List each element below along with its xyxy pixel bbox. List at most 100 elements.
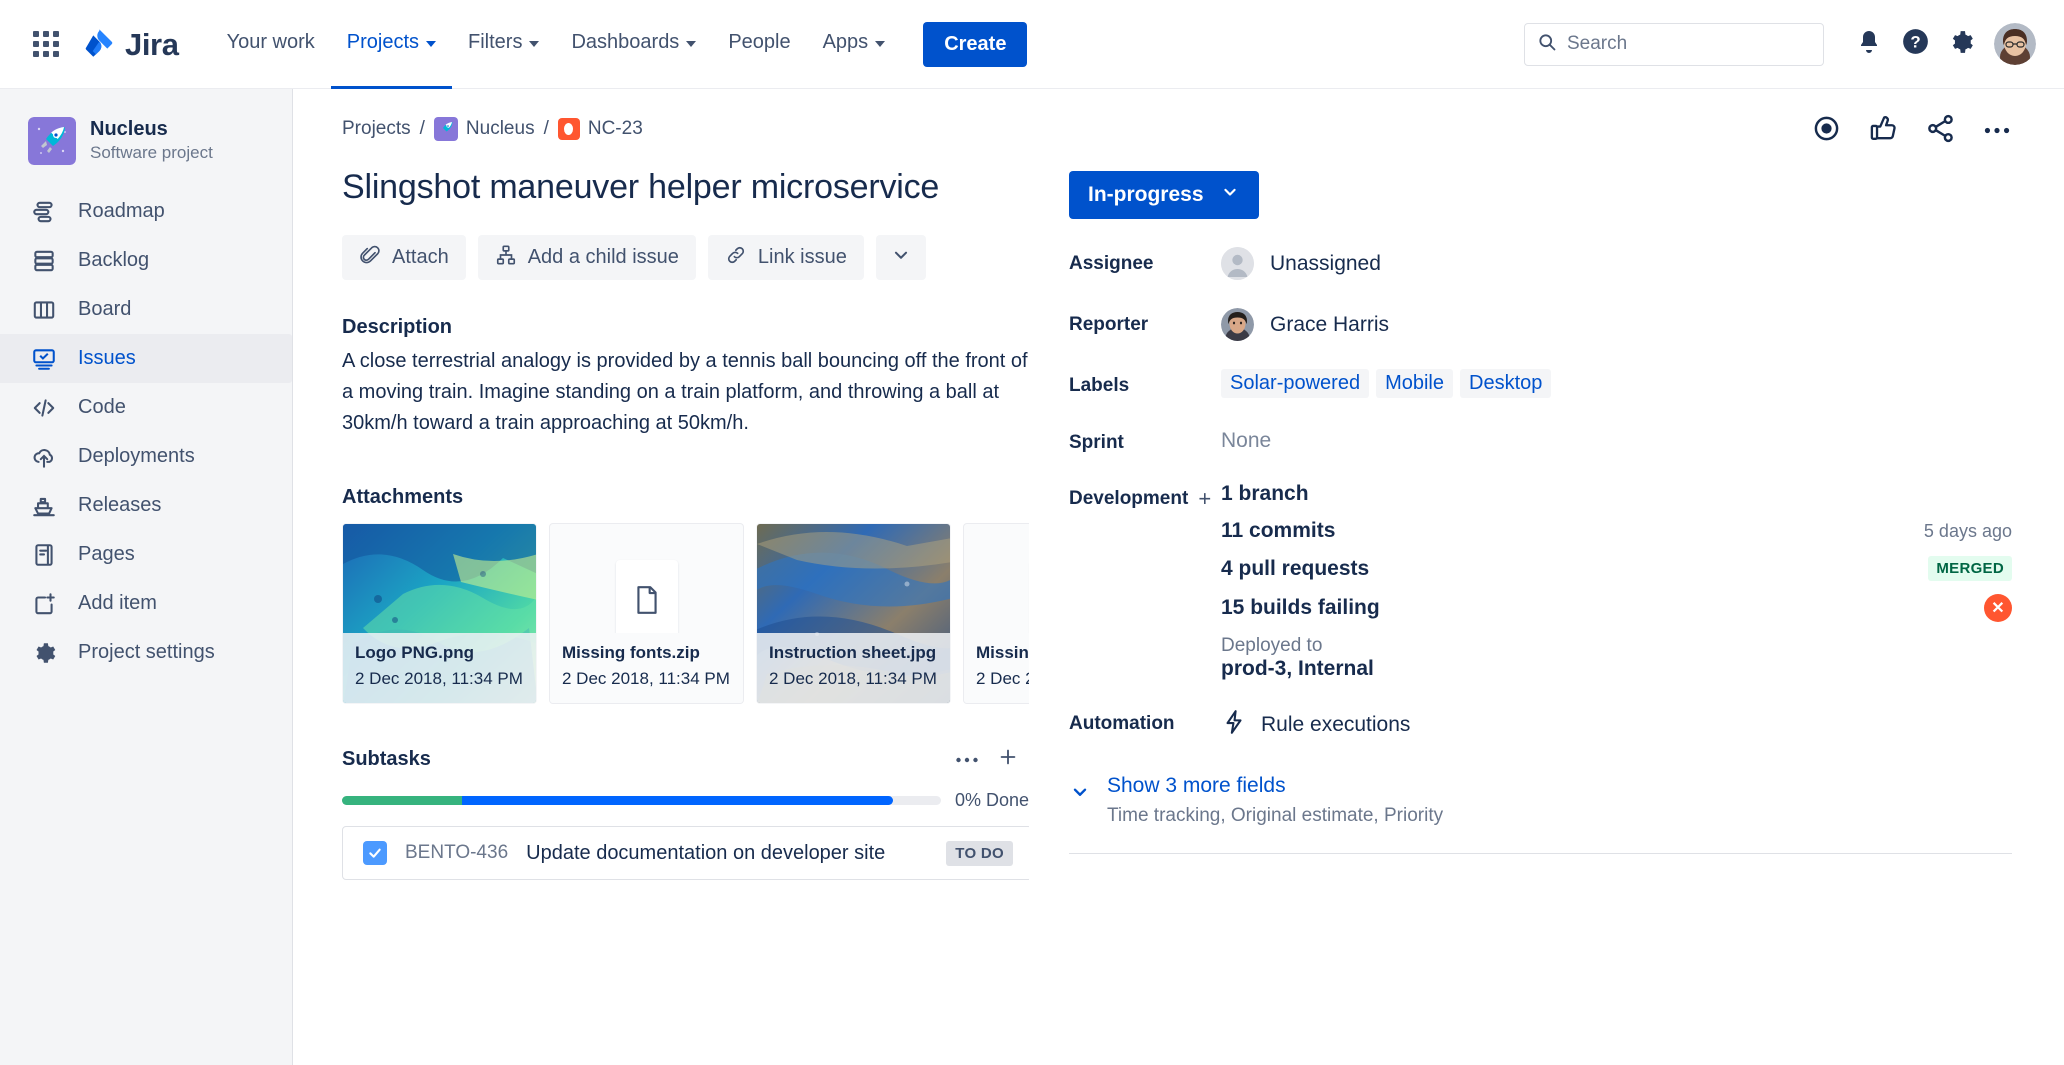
help-button[interactable]: ? <box>1892 21 1938 67</box>
more-ellipsis-icon[interactable] <box>1982 122 2012 140</box>
development-body: 1 branch 11 commits 5 days ago 4 pull re… <box>1221 482 2012 681</box>
reporter-value[interactable]: Grace Harris <box>1221 308 2012 341</box>
project-sidebar: Nucleus Software project Roadmap <box>0 89 293 1065</box>
sidebar-item-board[interactable]: Board <box>0 285 292 334</box>
sprint-value[interactable]: None <box>1221 426 2012 453</box>
chevron-down-icon <box>426 41 436 47</box>
sidebar-item-add-item[interactable]: Add item <box>0 579 292 628</box>
nav-item-people[interactable]: People <box>712 0 806 89</box>
create-button[interactable]: Create <box>923 22 1027 67</box>
attachment-card[interactable]: Missing fonts.zip 2 Dec 2018, 11:34 PM <box>549 523 744 704</box>
more-actions-button[interactable] <box>876 235 926 280</box>
attachment-meta: Logo PNG.png 2 Dec 2018, 11:34 PM <box>343 633 536 703</box>
link-issue-label: Link issue <box>758 246 847 269</box>
status-dropdown-button[interactable]: In-progress <box>1069 171 1259 219</box>
development-label: Development + <box>1069 482 1221 510</box>
code-brackets-icon <box>30 394 58 422</box>
plus-icon[interactable] <box>997 746 1019 773</box>
nav-label: People <box>728 31 790 54</box>
nav-item-dashboards[interactable]: Dashboards <box>555 0 712 89</box>
issues-icon <box>30 345 58 373</box>
dev-branches-row[interactable]: 1 branch <box>1221 482 2012 506</box>
attachment-card[interactable]: Instruction sheet.jpg 2 Dec 2018, 11:34 … <box>756 523 951 704</box>
attachment-card[interactable]: Logo PNG.png 2 Dec 2018, 11:34 PM <box>342 523 537 704</box>
settings-gear-icon <box>30 639 58 667</box>
sidebar-item-label: Backlog <box>78 249 149 272</box>
breadcrumb-project[interactable]: Nucleus <box>434 117 535 141</box>
deployed-to-value[interactable]: prod-3, Internal <box>1221 657 2012 681</box>
watch-eye-icon[interactable] <box>1811 113 1842 149</box>
sidebar-item-roadmap[interactable]: Roadmap <box>0 187 292 236</box>
app-switcher-button[interactable] <box>26 24 66 64</box>
subtask-key[interactable]: BENTO-436 <box>405 842 508 864</box>
attachment-date: 2 Dec 2018, 11:34 PM <box>562 667 731 691</box>
dev-pull-requests-row[interactable]: 4 pull requests MERGED <box>1221 556 2012 581</box>
attachment-card[interactable]: Missing fonts.zip 2 Dec 2018, 11:34 PM <box>963 523 1029 704</box>
label-chip[interactable]: Solar-powered <box>1221 369 1369 398</box>
attach-button[interactable]: Attach <box>342 235 466 280</box>
settings-button[interactable] <box>1938 21 1984 67</box>
add-child-issue-button[interactable]: Add a child issue <box>478 235 696 280</box>
rule-executions-link[interactable]: Rule executions <box>1221 707 2012 740</box>
breadcrumb-projects[interactable]: Projects <box>342 118 411 140</box>
nav-item-filters[interactable]: Filters <box>452 0 555 89</box>
sidebar-item-backlog[interactable]: Backlog <box>0 236 292 285</box>
subtask-summary[interactable]: Update documentation on developer site <box>526 842 885 865</box>
dev-builds-row[interactable]: 15 builds failing ✕ <box>1221 594 2012 622</box>
field-development: Development + 1 branch 11 commits 5 days… <box>1069 482 2012 681</box>
grid-apps-icon <box>33 31 59 57</box>
subtask-row[interactable]: BENTO-436 Update documentation on develo… <box>342 826 1029 880</box>
link-chain-icon <box>725 244 747 272</box>
nav-label: Your work <box>227 31 315 54</box>
sidebar-item-deployments[interactable]: Deployments <box>0 432 292 481</box>
plus-icon[interactable]: + <box>1198 488 1211 510</box>
sidebar-item-project-settings[interactable]: Project settings <box>0 628 292 677</box>
pages-document-icon <box>30 541 58 569</box>
sidebar-item-releases[interactable]: Releases <box>0 481 292 530</box>
avatar <box>1221 308 1254 341</box>
nav-item-apps[interactable]: Apps <box>807 0 902 89</box>
nav-item-your-work[interactable]: Your work <box>211 0 331 89</box>
share-icon[interactable] <box>1925 113 1956 149</box>
search-input[interactable] <box>1567 33 1811 55</box>
dev-commits: 11 commits <box>1221 519 1335 543</box>
attachments-strip[interactable]: Logo PNG.png 2 Dec 2018, 11:34 PM Missin… <box>342 523 1029 704</box>
more-ellipsis-icon[interactable] <box>955 751 979 769</box>
link-issue-button[interactable]: Link issue <box>708 235 864 280</box>
label-chip[interactable]: Desktop <box>1460 369 1551 398</box>
assignee-value[interactable]: Unassigned <box>1221 247 2012 280</box>
field-assignee: Assignee Unassigned <box>1069 247 2012 280</box>
subtasks-header: Subtasks <box>342 746 1029 773</box>
attach-label: Attach <box>392 246 449 269</box>
label-chip[interactable]: Mobile <box>1376 369 1453 398</box>
sidebar-item-pages[interactable]: Pages <box>0 530 292 579</box>
notifications-button[interactable] <box>1846 21 1892 67</box>
like-thumbs-up-icon[interactable] <box>1868 113 1899 149</box>
breadcrumb-issue[interactable]: NC-23 <box>558 118 643 140</box>
primary-nav: Your work Projects Filters Dashboards Pe… <box>211 0 902 89</box>
status-badge[interactable]: TO DO <box>946 841 1013 866</box>
chevron-down-icon <box>686 41 696 47</box>
jira-home-link[interactable]: Jira <box>82 27 179 61</box>
breadcrumb-separator: / <box>544 118 549 140</box>
avatar[interactable] <box>1994 23 2036 65</box>
add-item-icon <box>30 590 58 618</box>
show-more-sub: Time tracking, Original estimate, Priori… <box>1107 805 1443 827</box>
nav-item-projects[interactable]: Projects <box>331 0 452 89</box>
nav-label: Dashboards <box>571 31 679 54</box>
svg-text:?: ? <box>1910 33 1920 52</box>
dev-commits-row[interactable]: 11 commits 5 days ago <box>1221 519 2012 543</box>
sidebar-project-type: Software project <box>90 142 213 164</box>
show-more-fields-toggle[interactable]: Show 3 more fields Time tracking, Origin… <box>1069 774 2012 827</box>
sidebar-item-code[interactable]: Code <box>0 383 292 432</box>
sidebar-project-header[interactable]: Nucleus Software project <box>0 111 292 165</box>
sidebar-item-label: Board <box>78 298 131 321</box>
subtask-checkbox[interactable] <box>363 841 387 865</box>
document-icon <box>616 560 678 640</box>
progress-segment-blue <box>462 796 893 805</box>
labels-label: Labels <box>1069 369 1221 397</box>
sidebar-item-issues[interactable]: Issues <box>0 334 292 383</box>
search-box[interactable] <box>1524 23 1824 66</box>
settings-gear-icon <box>1948 29 1974 60</box>
deployments-cloud-icon <box>30 443 58 471</box>
